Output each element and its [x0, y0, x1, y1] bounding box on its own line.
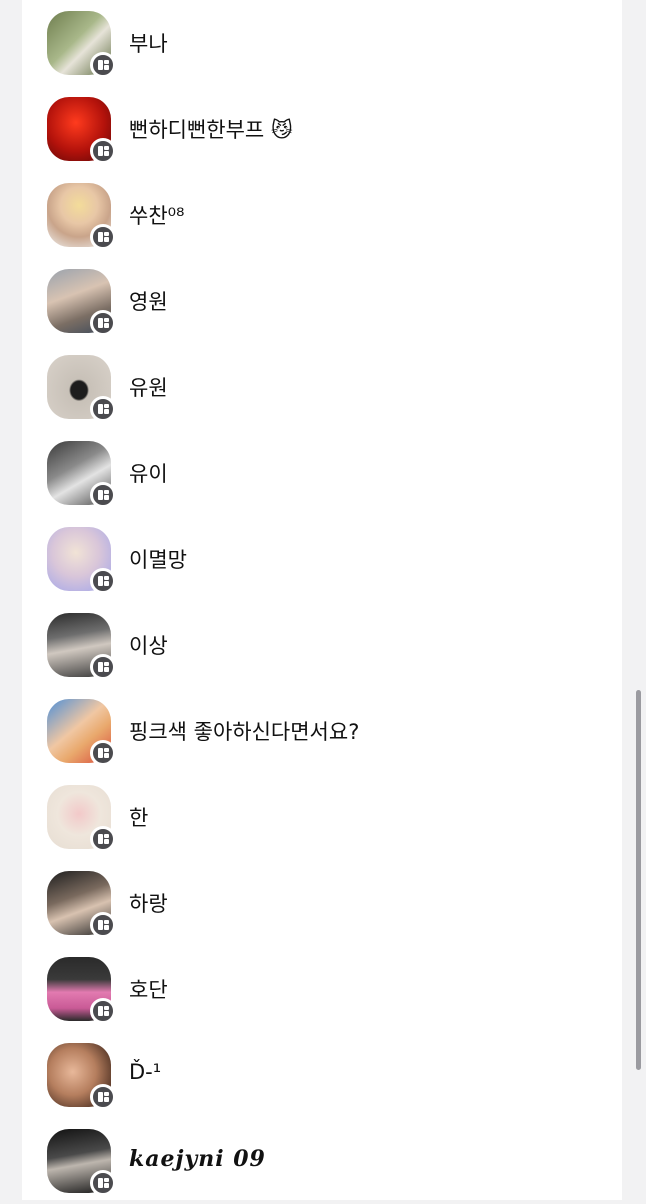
contact-name: 영원	[129, 290, 168, 314]
contact-name: 이멸망	[129, 548, 187, 572]
card-profile-icon	[90, 654, 116, 680]
card-profile-icon	[90, 310, 116, 336]
contact-name: kaejyni 09	[129, 1146, 266, 1172]
contact-name: 유원	[129, 376, 168, 400]
card-profile-icon	[90, 224, 116, 250]
card-profile-icon	[90, 1084, 116, 1110]
card-profile-icon	[90, 568, 116, 594]
scrollbar[interactable]	[636, 690, 641, 1070]
contact-row[interactable]: 이멸망	[22, 516, 622, 602]
contact-row[interactable]: 이상	[22, 602, 622, 688]
card-profile-icon	[90, 826, 116, 852]
contact-row[interactable]: 부나	[22, 0, 622, 86]
contact-row[interactable]: 유원	[22, 344, 622, 430]
card-profile-icon	[90, 740, 116, 766]
contact-name: 한	[129, 806, 149, 830]
card-profile-icon	[90, 482, 116, 508]
contact-row[interactable]: Ď-¹	[22, 1032, 622, 1118]
card-profile-icon	[90, 138, 116, 164]
contact-row[interactable]: 쑤찬⁰⁸	[22, 172, 622, 258]
contact-row[interactable]: kaejyni 09	[22, 1118, 622, 1204]
contact-row[interactable]: 한	[22, 774, 622, 860]
contact-name: Ď-¹	[129, 1060, 162, 1084]
contact-name: 쑤찬⁰⁸	[129, 204, 185, 228]
contact-list: 부나 뻔하디뻔한부프 😼 쑤찬⁰⁸ 영원 유원 유이 이멸망 이상 핑크색 좋아…	[22, 0, 622, 1200]
contact-name: 호단	[129, 978, 168, 1002]
contact-row[interactable]: 핑크색 좋아하신다면서요?	[22, 688, 622, 774]
card-profile-icon	[90, 998, 116, 1024]
contact-name: 뻔하디뻔한부프 😼	[129, 118, 293, 142]
contact-row[interactable]: 하랑	[22, 860, 622, 946]
contact-name: 이상	[129, 634, 168, 658]
contact-name: 하랑	[129, 892, 168, 916]
contact-row[interactable]: 뻔하디뻔한부프 😼	[22, 86, 622, 172]
card-profile-icon	[90, 52, 116, 78]
card-profile-icon	[90, 1170, 116, 1196]
contact-name: 핑크색 좋아하신다면서요?	[129, 720, 360, 744]
card-profile-icon	[90, 396, 116, 422]
contact-name: 유이	[129, 462, 168, 486]
contact-row[interactable]: 유이	[22, 430, 622, 516]
contact-row[interactable]: 호단	[22, 946, 622, 1032]
contact-name: 부나	[129, 32, 168, 56]
contact-row[interactable]: 영원	[22, 258, 622, 344]
card-profile-icon	[90, 912, 116, 938]
